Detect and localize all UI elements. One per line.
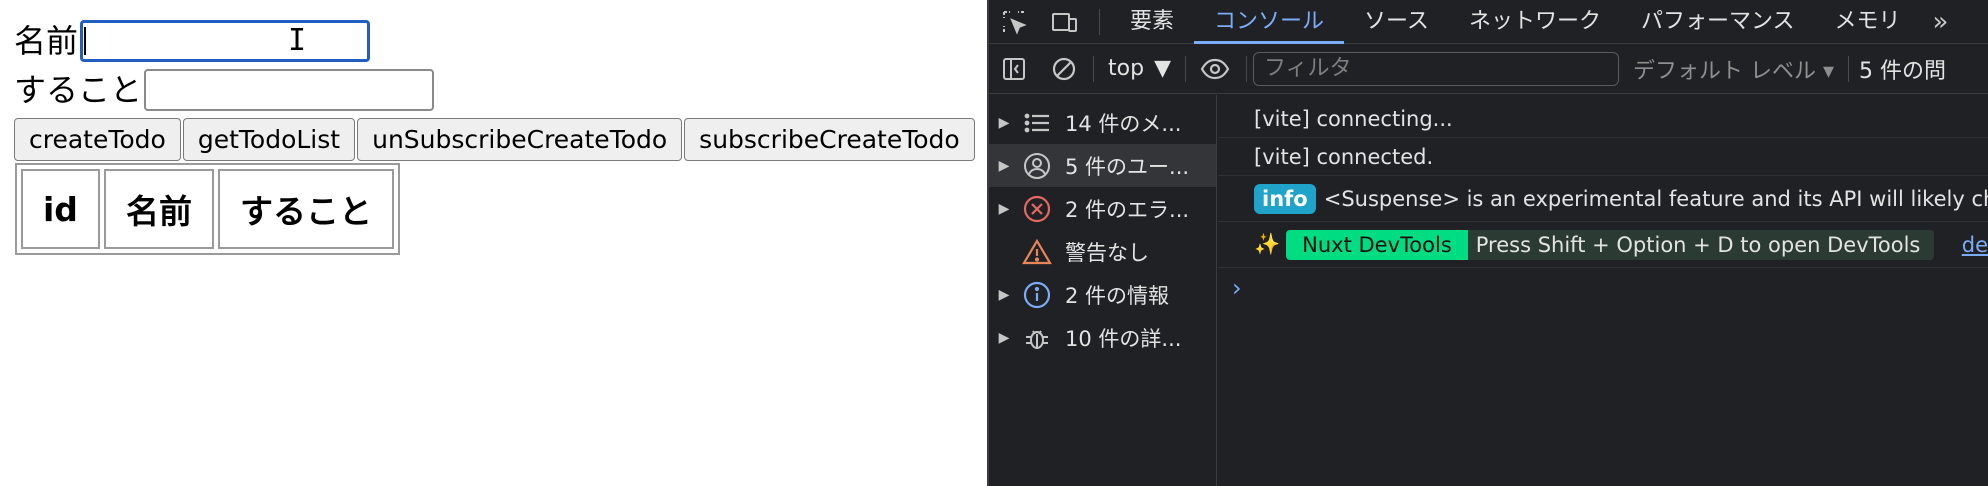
error-icon <box>1019 191 1055 227</box>
console-filter-input[interactable] <box>1252 51 1619 86</box>
context-value: top <box>1108 56 1145 81</box>
ibeam-cursor-icon: I <box>288 23 307 58</box>
device-toolbar-icon[interactable] <box>1039 0 1089 44</box>
todo-table: id 名前 すること <box>15 163 400 255</box>
header-todo: すること <box>217 169 394 249</box>
source-link[interactable]: de <box>1962 233 1988 257</box>
user-icon <box>1019 148 1055 184</box>
bug-icon <box>1019 320 1055 356</box>
console-sidebar: ▶ 14 件のメ... ▶ 5 件のユー... ▶ 2 件のエラ... 警告なし… <box>989 95 1217 486</box>
expand-triangle-icon: ▶ <box>998 286 1010 303</box>
clear-console-icon[interactable] <box>1039 47 1089 91</box>
sidebar-item-label: 5 件のユー... <box>1065 154 1190 179</box>
nuxt-devtools-message: Press Shift + Option + D to open DevTool… <box>1467 229 1935 260</box>
name-row: 名前 I <box>14 20 371 62</box>
tab-console[interactable]: コンソール <box>1194 0 1345 44</box>
live-expression-eye-icon[interactable] <box>1190 47 1240 91</box>
info-badge: info <box>1254 183 1316 214</box>
sidebar-item-label: 警告なし <box>1065 240 1149 265</box>
tabbar-separator <box>1099 8 1100 35</box>
sidebar-item-errors[interactable]: ▶ 2 件のエラ... <box>989 187 1216 230</box>
issues-count[interactable]: 5 件の問 <box>1849 53 1946 85</box>
expand-triangle-icon: ▶ <box>998 114 1010 131</box>
log-text: [vite] connecting... <box>1254 106 1453 131</box>
log-entry-info: info <Suspense> is an experimental featu… <box>1218 176 1988 222</box>
warning-icon <box>1019 234 1055 270</box>
expand-triangle-icon: ▶ <box>998 200 1010 217</box>
inspect-element-icon[interactable] <box>989 0 1039 44</box>
unsubscribe-create-todo-button[interactable]: unSubscribeCreateTodo <box>357 118 683 161</box>
chevron-down-icon: ▼ <box>1154 56 1171 81</box>
console-toolbar: top ▼ デフォルト レベル ▾ 5 件の問 <box>989 44 1988 94</box>
log-entry: [vite] connecting... <box>1218 100 1988 138</box>
sidebar-item-info[interactable]: ▶ 2 件の情報 <box>989 273 1216 316</box>
sidebar-item-label: 14 件のメ... <box>1065 111 1182 136</box>
console-body: ▶ 14 件のメ... ▶ 5 件のユー... ▶ 2 件のエラ... 警告なし… <box>989 95 1988 486</box>
app-page: 名前 I すること createTodo getTodoList unSubsc… <box>0 0 987 486</box>
expand-triangle-icon: ▶ <box>998 157 1010 174</box>
toolbar-separator <box>1093 55 1094 82</box>
sidebar-item-messages[interactable]: ▶ 14 件のメ... <box>989 101 1216 144</box>
sidebar-item-warnings[interactable]: ▶ 警告なし <box>989 230 1216 273</box>
header-name: 名前 <box>103 169 214 249</box>
more-tabs-icon[interactable]: » <box>1921 7 1961 37</box>
get-todo-list-button[interactable]: getTodoList <box>182 118 356 161</box>
sidebar-item-user-messages[interactable]: ▶ 5 件のユー... <box>989 144 1216 187</box>
create-todo-button[interactable]: createTodo <box>14 118 181 161</box>
sidebar-item-label: 10 件の詳... <box>1065 326 1182 351</box>
log-text: [vite] connected. <box>1254 144 1434 169</box>
action-buttons: createTodo getTodoList unSubscribeCreate… <box>14 118 975 161</box>
subscribe-create-todo-button[interactable]: subscribeCreateTodo <box>684 118 975 161</box>
nuxt-devtools-badge: Nuxt DevTools <box>1286 229 1468 260</box>
sidebar-item-label: 2 件の情報 <box>1065 283 1170 308</box>
text-caret <box>84 27 87 55</box>
tab-performance[interactable]: パフォーマンス <box>1621 0 1815 44</box>
log-entry: [vite] connected. <box>1218 138 1988 176</box>
devtools-panel: 要素 コンソール ソース ネットワーク パフォーマンス メモリ » top ▼ <box>987 0 1988 486</box>
todo-input[interactable] <box>144 69 435 111</box>
log-entry-nuxt: ✨ Nuxt DevTools Press Shift + Option + D… <box>1218 222 1988 268</box>
name-input[interactable] <box>80 20 371 62</box>
sidebar-item-label: 2 件のエラ... <box>1065 197 1190 222</box>
sparkle-icon: ✨ <box>1254 232 1281 256</box>
expand-triangle-icon: ▶ <box>998 329 1010 346</box>
toolbar-separator <box>1184 55 1186 82</box>
toolbar-separator <box>1245 55 1247 82</box>
todo-label: すること <box>14 71 143 109</box>
tab-elements[interactable]: 要素 <box>1110 0 1194 44</box>
sidebar-toggle-icon[interactable] <box>989 47 1039 91</box>
table-header-row: id 名前 すること <box>21 169 394 249</box>
tab-memory[interactable]: メモリ <box>1815 0 1921 44</box>
sidebar-item-verbose[interactable]: ▶ 10 件の詳... <box>989 316 1216 359</box>
log-text: <Suspense> is an experimental feature an… <box>1323 186 1988 211</box>
todo-row: すること <box>14 69 435 111</box>
header-id: id <box>21 169 100 249</box>
devtools-tabbar: 要素 コンソール ソース ネットワーク パフォーマンス メモリ » <box>989 0 1988 44</box>
list-icon <box>1019 105 1055 141</box>
log-levels-dropdown[interactable]: デフォルト レベル ▾ <box>1619 53 1848 85</box>
info-icon <box>1019 277 1055 313</box>
tab-sources[interactable]: ソース <box>1344 0 1449 44</box>
tab-network[interactable]: ネットワーク <box>1449 0 1621 44</box>
context-selector[interactable]: top ▼ <box>1098 56 1181 81</box>
console-prompt-chevron-icon[interactable]: › <box>1218 268 1988 308</box>
console-output: [vite] connecting... [vite] connected. i… <box>1218 95 1988 486</box>
name-label: 名前 <box>14 22 79 60</box>
